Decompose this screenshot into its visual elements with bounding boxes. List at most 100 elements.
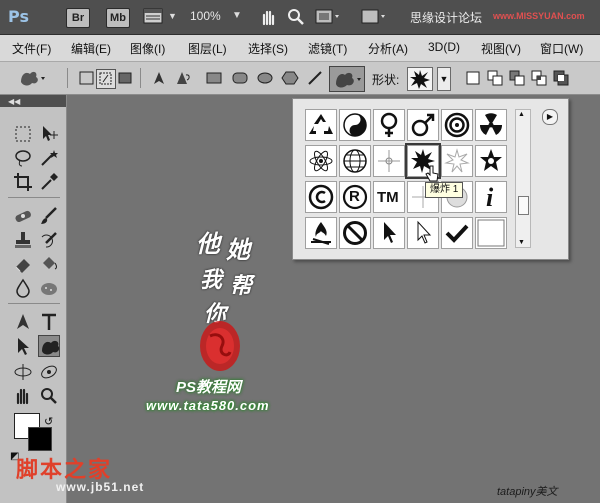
menu-analysis[interactable]: 分析(A) xyxy=(368,40,408,57)
rounded-rectangle-button[interactable] xyxy=(231,69,249,87)
bridge-button[interactable]: Br xyxy=(66,8,90,28)
shape-cursor[interactable] xyxy=(373,217,405,249)
3d-rotate-tool[interactable] xyxy=(12,361,34,383)
menu-edit[interactable]: 编辑(E) xyxy=(71,40,111,57)
ellipse-tool-button[interactable] xyxy=(256,69,274,87)
shape-recycle[interactable] xyxy=(305,109,337,141)
picker-scrollbar-thumb[interactable] xyxy=(518,196,529,215)
paths-button[interactable] xyxy=(96,69,116,89)
freeform-pen-button[interactable] xyxy=(174,69,192,87)
hand-tool[interactable] xyxy=(12,385,34,407)
bandage-icon xyxy=(15,210,31,223)
scroll-up-icon[interactable]: ▲ xyxy=(518,111,525,118)
marquee-tool[interactable] xyxy=(12,123,34,145)
clone-stamp-tool[interactable] xyxy=(12,229,34,251)
eraser-tool[interactable] xyxy=(12,253,34,275)
paint-bucket-tool[interactable] xyxy=(38,253,60,275)
eyedropper-tool[interactable] xyxy=(38,171,60,193)
3d-orbit-tool[interactable] xyxy=(38,361,60,383)
hand-tool-button[interactable] xyxy=(258,7,278,27)
ps-tutorial-caption: PS教程网 xyxy=(176,379,242,396)
custom-shape-tool-button[interactable] xyxy=(329,66,365,92)
path-selection-tool[interactable] xyxy=(12,335,34,357)
shape-registered[interactable]: R xyxy=(339,181,371,213)
polygon-tool-button[interactable] xyxy=(281,69,299,87)
picker-scrollbar[interactable]: ▲ ▼ xyxy=(515,109,531,248)
atom-icon xyxy=(309,150,333,172)
mini-bridge-button[interactable]: Mb xyxy=(106,8,130,28)
menu-view[interactable]: 视图(V) xyxy=(481,40,521,57)
fill-pixels-button[interactable] xyxy=(116,69,134,87)
shape-no-sign[interactable] xyxy=(339,217,371,249)
shape-blank[interactable] xyxy=(475,217,507,249)
healing-brush-tool[interactable] xyxy=(12,205,34,227)
shape-female[interactable] xyxy=(373,109,405,141)
scroll-down-icon[interactable]: ▼ xyxy=(518,239,525,246)
shape-checkmark[interactable] xyxy=(441,217,473,249)
tool-preset-picker[interactable] xyxy=(18,68,48,88)
shape-radiation[interactable] xyxy=(475,109,507,141)
pen-tool-button[interactable] xyxy=(150,69,168,87)
subtract-shape-button[interactable] xyxy=(508,69,526,87)
shape-male[interactable] xyxy=(407,109,439,141)
menu-3d[interactable]: 3D(D) xyxy=(428,40,460,54)
arrange-documents-button[interactable] xyxy=(314,7,342,27)
shape-trademark[interactable]: TM xyxy=(373,181,405,213)
magic-wand-icon xyxy=(41,150,58,166)
shape-yinyang[interactable] xyxy=(339,109,371,141)
history-brush-tool[interactable] xyxy=(38,229,60,251)
zoom-level[interactable]: 100% xyxy=(190,9,221,23)
chevron-down-icon[interactable]: ▼ xyxy=(232,10,242,21)
exclude-area-icon xyxy=(553,70,569,86)
shape-copyright[interactable] xyxy=(305,181,337,213)
custom-shape-icon xyxy=(21,71,45,86)
blur-tool[interactable] xyxy=(12,277,34,299)
type-tool[interactable] xyxy=(38,311,60,333)
shape-star-badge[interactable] xyxy=(475,145,507,177)
arrow-right-icon: ▶ xyxy=(546,112,554,121)
crop-tool[interactable] xyxy=(12,171,34,193)
menu-select[interactable]: 选择(S) xyxy=(248,40,288,57)
shape-cursor-outline[interactable] xyxy=(407,217,439,249)
brush-tool[interactable] xyxy=(38,205,60,227)
add-to-shape-button[interactable] xyxy=(486,69,504,87)
background-color-swatch[interactable] xyxy=(28,427,52,451)
no-sign-icon xyxy=(343,221,367,245)
chevron-down-icon[interactable]: ▼ xyxy=(168,11,177,21)
quick-select-tool[interactable] xyxy=(38,147,60,169)
lasso-tool[interactable] xyxy=(12,147,34,169)
menu-window[interactable]: 窗口(W) xyxy=(540,40,583,57)
intersect-area-icon xyxy=(531,70,547,86)
screen-mode-button[interactable] xyxy=(360,7,388,27)
shape-burst-faint[interactable] xyxy=(441,145,473,177)
shape-globe[interactable] xyxy=(339,145,371,177)
exclude-shape-button[interactable] xyxy=(552,69,570,87)
swap-colors-icon[interactable]: ↺ xyxy=(44,415,53,428)
move-tool[interactable] xyxy=(38,123,60,145)
zoom-tool-button[interactable] xyxy=(286,7,306,27)
options-bar: 形状: ▼ xyxy=(0,62,600,95)
shape-spark[interactable] xyxy=(373,145,405,177)
line-tool-button[interactable] xyxy=(306,69,324,87)
custom-shape-tool[interactable] xyxy=(38,335,60,357)
shape-fire[interactable] xyxy=(305,217,337,249)
shape-target[interactable] xyxy=(441,109,473,141)
intersect-shape-button[interactable] xyxy=(530,69,548,87)
menu-filter[interactable]: 滤镜(T) xyxy=(308,40,347,57)
shape-atom[interactable] xyxy=(305,145,337,177)
shape-preview-button[interactable] xyxy=(407,67,433,91)
sponge-tool[interactable] xyxy=(38,277,60,299)
pen-tool[interactable] xyxy=(12,311,34,333)
shape-picker-dropdown[interactable]: ▼ xyxy=(437,67,451,91)
shape-info[interactable]: i xyxy=(475,181,507,213)
zoom-tool[interactable] xyxy=(38,385,60,407)
picker-menu-button[interactable]: ▶ xyxy=(542,109,558,125)
rectangle-tool-button[interactable] xyxy=(205,69,223,87)
view-extras-button[interactable] xyxy=(142,7,164,25)
menu-layer[interactable]: 图层(L) xyxy=(188,40,227,57)
collapse-icon[interactable]: ◀◀ xyxy=(8,97,20,106)
new-shape-layer-button[interactable] xyxy=(464,69,482,87)
shape-layers-button[interactable] xyxy=(78,69,96,87)
menu-image[interactable]: 图像(I) xyxy=(130,40,165,57)
menu-file[interactable]: 文件(F) xyxy=(12,40,51,57)
